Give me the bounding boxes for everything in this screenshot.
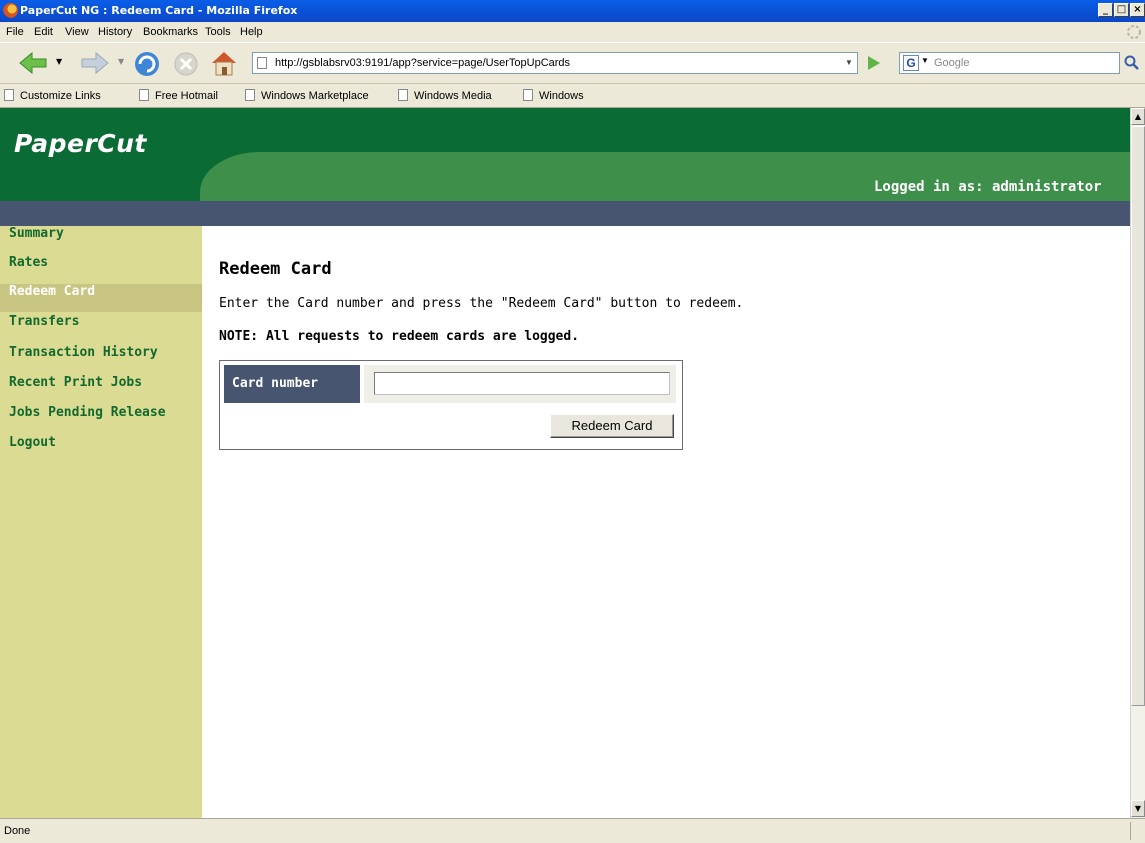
card-number-input[interactable] [374, 372, 670, 395]
sidebar-item-transaction-history[interactable]: Transaction History [0, 345, 202, 373]
menu-view[interactable]: View [65, 26, 89, 38]
minimize-button[interactable]: _ [1098, 3, 1113, 17]
menu-history[interactable]: History [98, 26, 132, 38]
google-engine-icon[interactable]: G [903, 55, 919, 71]
bookmark-windows[interactable]: Windows [523, 89, 584, 102]
menu-help[interactable]: Help [240, 26, 263, 38]
header-bar [0, 201, 1130, 226]
sidebar-nav: Summary Rates Redeem Card Transfers Tran… [0, 226, 202, 818]
sidebar-item-transfers[interactable]: Transfers [0, 314, 202, 342]
menu-bookmarks[interactable]: Bookmarks [143, 26, 198, 38]
bookmark-label: Free Hotmail [155, 90, 218, 102]
status-bar: Done [0, 818, 1145, 843]
menu-edit[interactable]: Edit [34, 26, 53, 38]
sidebar-item-recent-print-jobs[interactable]: Recent Print Jobs [0, 375, 202, 403]
instructions-text: Enter the Card number and press the "Red… [219, 296, 744, 311]
reload-icon[interactable] [132, 49, 162, 79]
logged-in-user: Logged in as: administrator [874, 179, 1102, 195]
navigation-toolbar: ▼ ▼ http://gsblabsrv03:9191/app?service=… [0, 42, 1145, 84]
bookmark-page-icon [139, 89, 149, 101]
status-text: Done [4, 825, 31, 837]
bookmark-page-icon [245, 89, 255, 101]
address-bar[interactable]: http://gsblabsrv03:9191/app?service=page… [252, 52, 858, 74]
home-icon[interactable] [209, 49, 239, 77]
bookmark-windows-marketplace[interactable]: Windows Marketplace [245, 89, 369, 102]
status-divider [1130, 822, 1131, 840]
url-text[interactable]: http://gsblabsrv03:9191/app?service=page… [275, 57, 570, 69]
engine-dropdown-icon[interactable]: ▼ [921, 56, 929, 65]
bookmark-page-icon [523, 89, 533, 101]
menu-tools[interactable]: Tools [205, 26, 231, 38]
window-title-bar: PaperCut NG : Redeem Card - Mozilla Fire… [0, 0, 1145, 22]
scroll-thumb[interactable] [1131, 126, 1145, 706]
bookmark-windows-media[interactable]: Windows Media [398, 89, 492, 102]
sidebar-item-logout[interactable]: Logout [0, 435, 202, 463]
scroll-up-arrow-icon[interactable]: ▲ [1131, 108, 1145, 125]
go-icon[interactable] [864, 54, 882, 72]
back-icon[interactable] [18, 49, 50, 77]
vertical-scrollbar[interactable]: ▲ ▼ [1130, 108, 1145, 818]
url-dropdown-icon[interactable]: ▼ [841, 53, 857, 73]
page-title: Redeem Card [219, 259, 332, 279]
forward-icon[interactable] [78, 49, 110, 77]
redeem-card-form: Card number Redeem Card [219, 360, 683, 450]
card-number-label: Card number [224, 365, 360, 403]
search-placeholder: Google [934, 57, 970, 69]
page-viewport: PaperCut Logged in as: administrator Sum… [0, 108, 1130, 818]
bookmark-page-icon [4, 89, 14, 101]
papercut-logo[interactable]: PaperCut [14, 129, 147, 158]
bookmark-free-hotmail[interactable]: Free Hotmail [139, 89, 218, 102]
sidebar-item-summary[interactable]: Summary [0, 226, 202, 254]
logging-note: NOTE: All requests to redeem cards are l… [219, 329, 580, 344]
search-icon[interactable] [1124, 55, 1140, 71]
firefox-icon [3, 3, 18, 18]
bookmark-label: Windows Media [414, 90, 492, 102]
window-title: PaperCut NG : Redeem Card - Mozilla Fire… [20, 4, 298, 17]
close-button[interactable]: × [1130, 3, 1145, 17]
sidebar-item-rates[interactable]: Rates [0, 255, 202, 283]
back-history-dropdown[interactable]: ▼ [56, 57, 62, 66]
bookmark-page-icon [398, 89, 408, 101]
forward-history-dropdown[interactable]: ▼ [118, 57, 124, 66]
bookmarks-toolbar: Customize Links Free Hotmail Windows Mar… [0, 84, 1145, 108]
bookmark-label: Customize Links [20, 90, 101, 102]
menu-file[interactable]: File [6, 26, 24, 38]
page-icon [257, 57, 267, 69]
stop-icon[interactable] [172, 50, 200, 78]
card-number-cell [364, 365, 676, 403]
search-box[interactable]: G ▼ Google [899, 52, 1120, 74]
sidebar-item-jobs-pending-release[interactable]: Jobs Pending Release [0, 405, 202, 433]
bookmark-label: Windows Marketplace [261, 90, 369, 102]
bookmark-customize-links[interactable]: Customize Links [4, 89, 101, 102]
maximize-button[interactable]: □ [1114, 3, 1129, 17]
scroll-down-arrow-icon[interactable]: ▼ [1131, 800, 1145, 817]
redeem-card-button[interactable]: Redeem Card [550, 414, 674, 438]
menu-bar: File Edit View History Bookmarks Tools H… [0, 22, 1145, 42]
sidebar-item-redeem-card[interactable]: Redeem Card [0, 284, 202, 312]
bookmark-label: Windows [539, 90, 584, 102]
throbber-icon [1127, 25, 1141, 39]
